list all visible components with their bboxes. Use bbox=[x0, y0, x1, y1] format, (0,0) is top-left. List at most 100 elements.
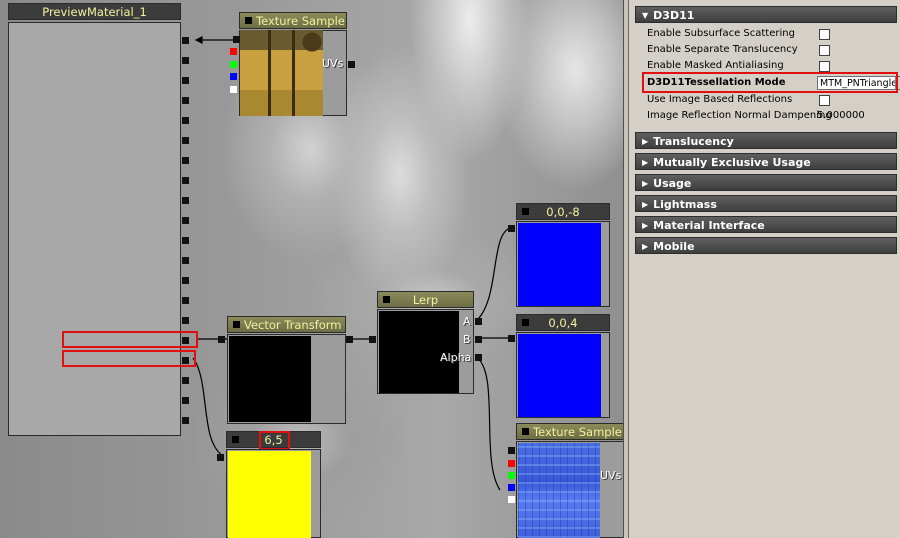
pin-alpha[interactable] bbox=[508, 496, 515, 503]
pin-vector-transform-out[interactable] bbox=[218, 336, 225, 343]
collapse-triangle-icon: ▼ bbox=[642, 11, 649, 20]
pin-lerp-a[interactable] bbox=[475, 318, 482, 325]
pin-alpha[interactable] bbox=[230, 86, 237, 93]
category-label: Lightmass bbox=[653, 198, 717, 211]
input-pin-diffusepower[interactable] bbox=[182, 57, 189, 64]
expand-triangle-icon: ▶ bbox=[642, 158, 649, 167]
input-pin-distortion[interactable] bbox=[182, 177, 189, 184]
pin-lerp-b[interactable] bbox=[475, 336, 482, 343]
node-toggle-icon[interactable] bbox=[383, 296, 390, 303]
category-lightmass[interactable]: ▶ Lightmass bbox=[635, 195, 897, 212]
input-pin-subsurfaceabsorptioncolor[interactable] bbox=[182, 397, 189, 404]
input-pin-diffuse[interactable] bbox=[182, 37, 189, 44]
input-pin-anisotropicdirection[interactable] bbox=[182, 297, 189, 304]
pin-uvs-top[interactable] bbox=[348, 61, 355, 68]
texture-bottom-thumbnail bbox=[518, 443, 600, 538]
vector-transform-title[interactable]: Vector Transform bbox=[227, 316, 346, 333]
tessellation-constant-swatch bbox=[228, 451, 311, 538]
node-toggle-icon[interactable] bbox=[245, 17, 252, 24]
highlight-tessellation-mode bbox=[642, 72, 898, 93]
pin-red[interactable] bbox=[230, 48, 237, 55]
node-toggle-icon[interactable] bbox=[522, 319, 529, 326]
category-label: Mobile bbox=[653, 240, 695, 253]
constant-b-label: 0,0,4 bbox=[548, 316, 578, 330]
ibr-checkbox[interactable] bbox=[819, 95, 830, 106]
constant-b-title[interactable]: 0,0,4 bbox=[516, 314, 610, 331]
category-usage[interactable]: ▶ Usage bbox=[635, 174, 897, 191]
pin-rgb[interactable] bbox=[233, 36, 240, 43]
material-editor-canvas[interactable]: PreviewMaterial_1 DiffuseDiffusePowerEmi… bbox=[0, 0, 628, 538]
prop-reflection-normal-dampening: Image Reflection Normal Dampening 5.0000… bbox=[647, 108, 897, 124]
constant-a-label: 0,0,-8 bbox=[546, 205, 580, 219]
input-pin-specularpower[interactable] bbox=[182, 117, 189, 124]
texture-sample-bottom-title[interactable]: Texture Sample bbox=[516, 423, 624, 440]
texture-top-uvs-label: UVs bbox=[322, 57, 344, 70]
vector-transform-preview bbox=[229, 336, 311, 422]
pin-constant-b[interactable] bbox=[508, 335, 515, 342]
properties-panel: ▼ D3D11 Enable Subsurface Scattering Enab… bbox=[628, 0, 900, 538]
pin-green[interactable] bbox=[508, 472, 515, 479]
pin-vector-transform-in[interactable] bbox=[346, 336, 353, 343]
pin-lerp-alpha[interactable] bbox=[475, 354, 482, 361]
input-pin-emissive[interactable] bbox=[182, 77, 189, 84]
pin-red[interactable] bbox=[508, 460, 515, 467]
node-toggle-icon[interactable] bbox=[233, 321, 240, 328]
pin-blue[interactable] bbox=[230, 73, 237, 80]
texture-sample-top-title[interactable]: Texture Sample bbox=[239, 12, 347, 29]
input-pin-specular[interactable] bbox=[182, 97, 189, 104]
pin-tessellation-constant[interactable] bbox=[217, 454, 224, 461]
node-toggle-icon[interactable] bbox=[522, 208, 529, 215]
node-toggle-icon[interactable] bbox=[522, 428, 529, 435]
wire-alpha bbox=[475, 356, 501, 491]
input-pin-opacity[interactable] bbox=[182, 137, 189, 144]
pin-lerp-out[interactable] bbox=[369, 336, 376, 343]
input-pin-transmissioncolor[interactable] bbox=[182, 217, 189, 224]
lerp-label: Lerp bbox=[412, 293, 439, 307]
input-pin-subsurfaceinscatteringcolor[interactable] bbox=[182, 377, 189, 384]
wire-a bbox=[475, 227, 511, 322]
subsurface-checkbox[interactable] bbox=[819, 29, 830, 40]
highlight-world-displacement bbox=[62, 331, 198, 348]
highlight-tessellation-value bbox=[259, 431, 290, 450]
category-label: Translucency bbox=[653, 135, 734, 148]
input-pin-customlighting[interactable] bbox=[182, 257, 189, 264]
category-label: Mutually Exclusive Usage bbox=[653, 156, 811, 169]
pin-rgb[interactable] bbox=[508, 447, 515, 454]
lerp-input-alpha: Alpha bbox=[440, 351, 472, 364]
preview-material-body bbox=[8, 22, 181, 436]
reflection-dampening-field[interactable]: 5.000000 bbox=[817, 109, 900, 123]
category-label: Usage bbox=[653, 177, 692, 190]
prop-subsurface-label: Enable Subsurface Scattering bbox=[647, 28, 795, 39]
texture-sample-top-label: Texture Sample bbox=[256, 14, 345, 28]
category-mobile[interactable]: ▶ Mobile bbox=[635, 237, 897, 254]
texture-bottom-uvs-label: UVs bbox=[600, 469, 622, 482]
category-d3d11[interactable]: ▼ D3D11 bbox=[635, 6, 897, 23]
expand-triangle-icon: ▶ bbox=[642, 200, 649, 209]
prop-separate-translucency-label: Enable Separate Translucency bbox=[647, 44, 798, 55]
vector-transform-label: Vector Transform bbox=[244, 318, 342, 332]
pin-blue[interactable] bbox=[508, 484, 515, 491]
constant-a-title[interactable]: 0,0,-8 bbox=[516, 203, 610, 220]
category-translucency[interactable]: ▶ Translucency bbox=[635, 132, 897, 149]
wire-arrow-diffuse bbox=[194, 36, 203, 44]
category-mutually-exclusive-usage[interactable]: ▶ Mutually Exclusive Usage bbox=[635, 153, 897, 170]
category-label: Material Interface bbox=[653, 219, 765, 232]
input-pin-worldpositionoffset[interactable] bbox=[182, 317, 189, 324]
input-pin-opacitymask[interactable] bbox=[182, 157, 189, 164]
prop-ibr-label: Use Image Based Reflections bbox=[647, 94, 793, 105]
input-pin-customlightingdiffuse[interactable] bbox=[182, 277, 189, 284]
preview-material-title[interactable]: PreviewMaterial_1 bbox=[8, 3, 181, 20]
pin-constant-a[interactable] bbox=[508, 225, 515, 232]
pin-green[interactable] bbox=[230, 61, 237, 68]
input-pin-transmissionmask[interactable] bbox=[182, 197, 189, 204]
node-toggle-icon[interactable] bbox=[232, 436, 239, 443]
expand-triangle-icon: ▶ bbox=[642, 179, 649, 188]
input-pin-normal[interactable] bbox=[182, 237, 189, 244]
separate-translucency-checkbox[interactable] bbox=[819, 45, 830, 56]
category-material-interface[interactable]: ▶ Material Interface bbox=[635, 216, 897, 233]
expand-triangle-icon: ▶ bbox=[642, 137, 649, 146]
lerp-title[interactable]: Lerp bbox=[377, 291, 474, 308]
masked-aa-checkbox[interactable] bbox=[819, 61, 830, 72]
input-pin-subsurfacescatteringradius[interactable] bbox=[182, 417, 189, 424]
constant-a-swatch bbox=[518, 223, 601, 306]
